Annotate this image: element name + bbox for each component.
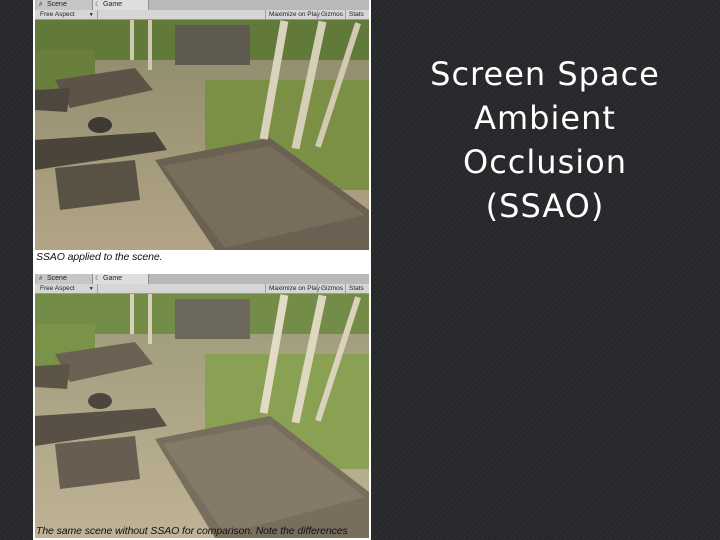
image-panel: # Scene ☾ Game Free Aspect ▼ Maximize on … bbox=[33, 0, 371, 540]
gizmos-button[interactable]: Gizmos bbox=[317, 10, 346, 19]
slide-title: Screen Space Ambient Occlusion (SSAO) bbox=[395, 52, 695, 228]
game-toolbar: Free Aspect ▼ Maximize on Play Gizmos Sta… bbox=[35, 10, 369, 20]
tab-scene-label: Scene bbox=[47, 1, 67, 8]
game-icon: ☾ bbox=[95, 276, 101, 282]
tab-scene-label: Scene bbox=[47, 275, 67, 282]
title-line-2: Ambient bbox=[474, 99, 616, 137]
title-line-4: (SSAO) bbox=[485, 187, 605, 225]
scene-render bbox=[35, 294, 369, 538]
caption-no-ssao: The same scene without SSAO for comparis… bbox=[36, 525, 348, 537]
game-viewport bbox=[35, 294, 369, 538]
scene-icon: # bbox=[39, 276, 43, 282]
game-viewport bbox=[35, 20, 369, 250]
tab-scene[interactable]: # Scene bbox=[37, 274, 93, 284]
tab-scene[interactable]: # Scene bbox=[37, 0, 93, 10]
tab-game-label: Game bbox=[103, 275, 123, 282]
aspect-dropdown[interactable]: Free Aspect ▼ bbox=[37, 284, 98, 293]
aspect-dropdown[interactable]: Free Aspect ▼ bbox=[37, 10, 98, 19]
chevron-down-icon: ▼ bbox=[88, 286, 94, 292]
maximize-on-play-button[interactable]: Maximize on Play bbox=[265, 284, 323, 293]
scene-icon: # bbox=[39, 2, 43, 8]
caption-ssao: SSAO applied to the scene. bbox=[36, 251, 163, 263]
game-icon: ☾ bbox=[95, 2, 101, 8]
tab-game[interactable]: ☾ Game bbox=[93, 274, 149, 284]
title-line-1: Screen Space bbox=[430, 55, 660, 93]
chevron-down-icon: ▼ bbox=[88, 12, 94, 18]
stats-button[interactable]: Stats bbox=[345, 10, 367, 19]
aspect-label: Free Aspect bbox=[40, 11, 75, 18]
aspect-label: Free Aspect bbox=[40, 285, 75, 292]
ssao-screenshot: # Scene ☾ Game Free Aspect ▼ Maximize on … bbox=[35, 0, 369, 250]
scene-render bbox=[35, 20, 369, 250]
title-line-3: Occlusion bbox=[463, 143, 627, 181]
tab-game-label: Game bbox=[103, 1, 123, 8]
game-toolbar: Free Aspect ▼ Maximize on Play Gizmos Sta… bbox=[35, 284, 369, 294]
tab-game[interactable]: ☾ Game bbox=[93, 0, 149, 10]
stats-button[interactable]: Stats bbox=[345, 284, 367, 293]
maximize-on-play-button[interactable]: Maximize on Play bbox=[265, 10, 323, 19]
no-ssao-screenshot: # Scene ☾ Game Free Aspect ▼ Maximize on … bbox=[35, 274, 369, 538]
gizmos-button[interactable]: Gizmos bbox=[317, 284, 346, 293]
